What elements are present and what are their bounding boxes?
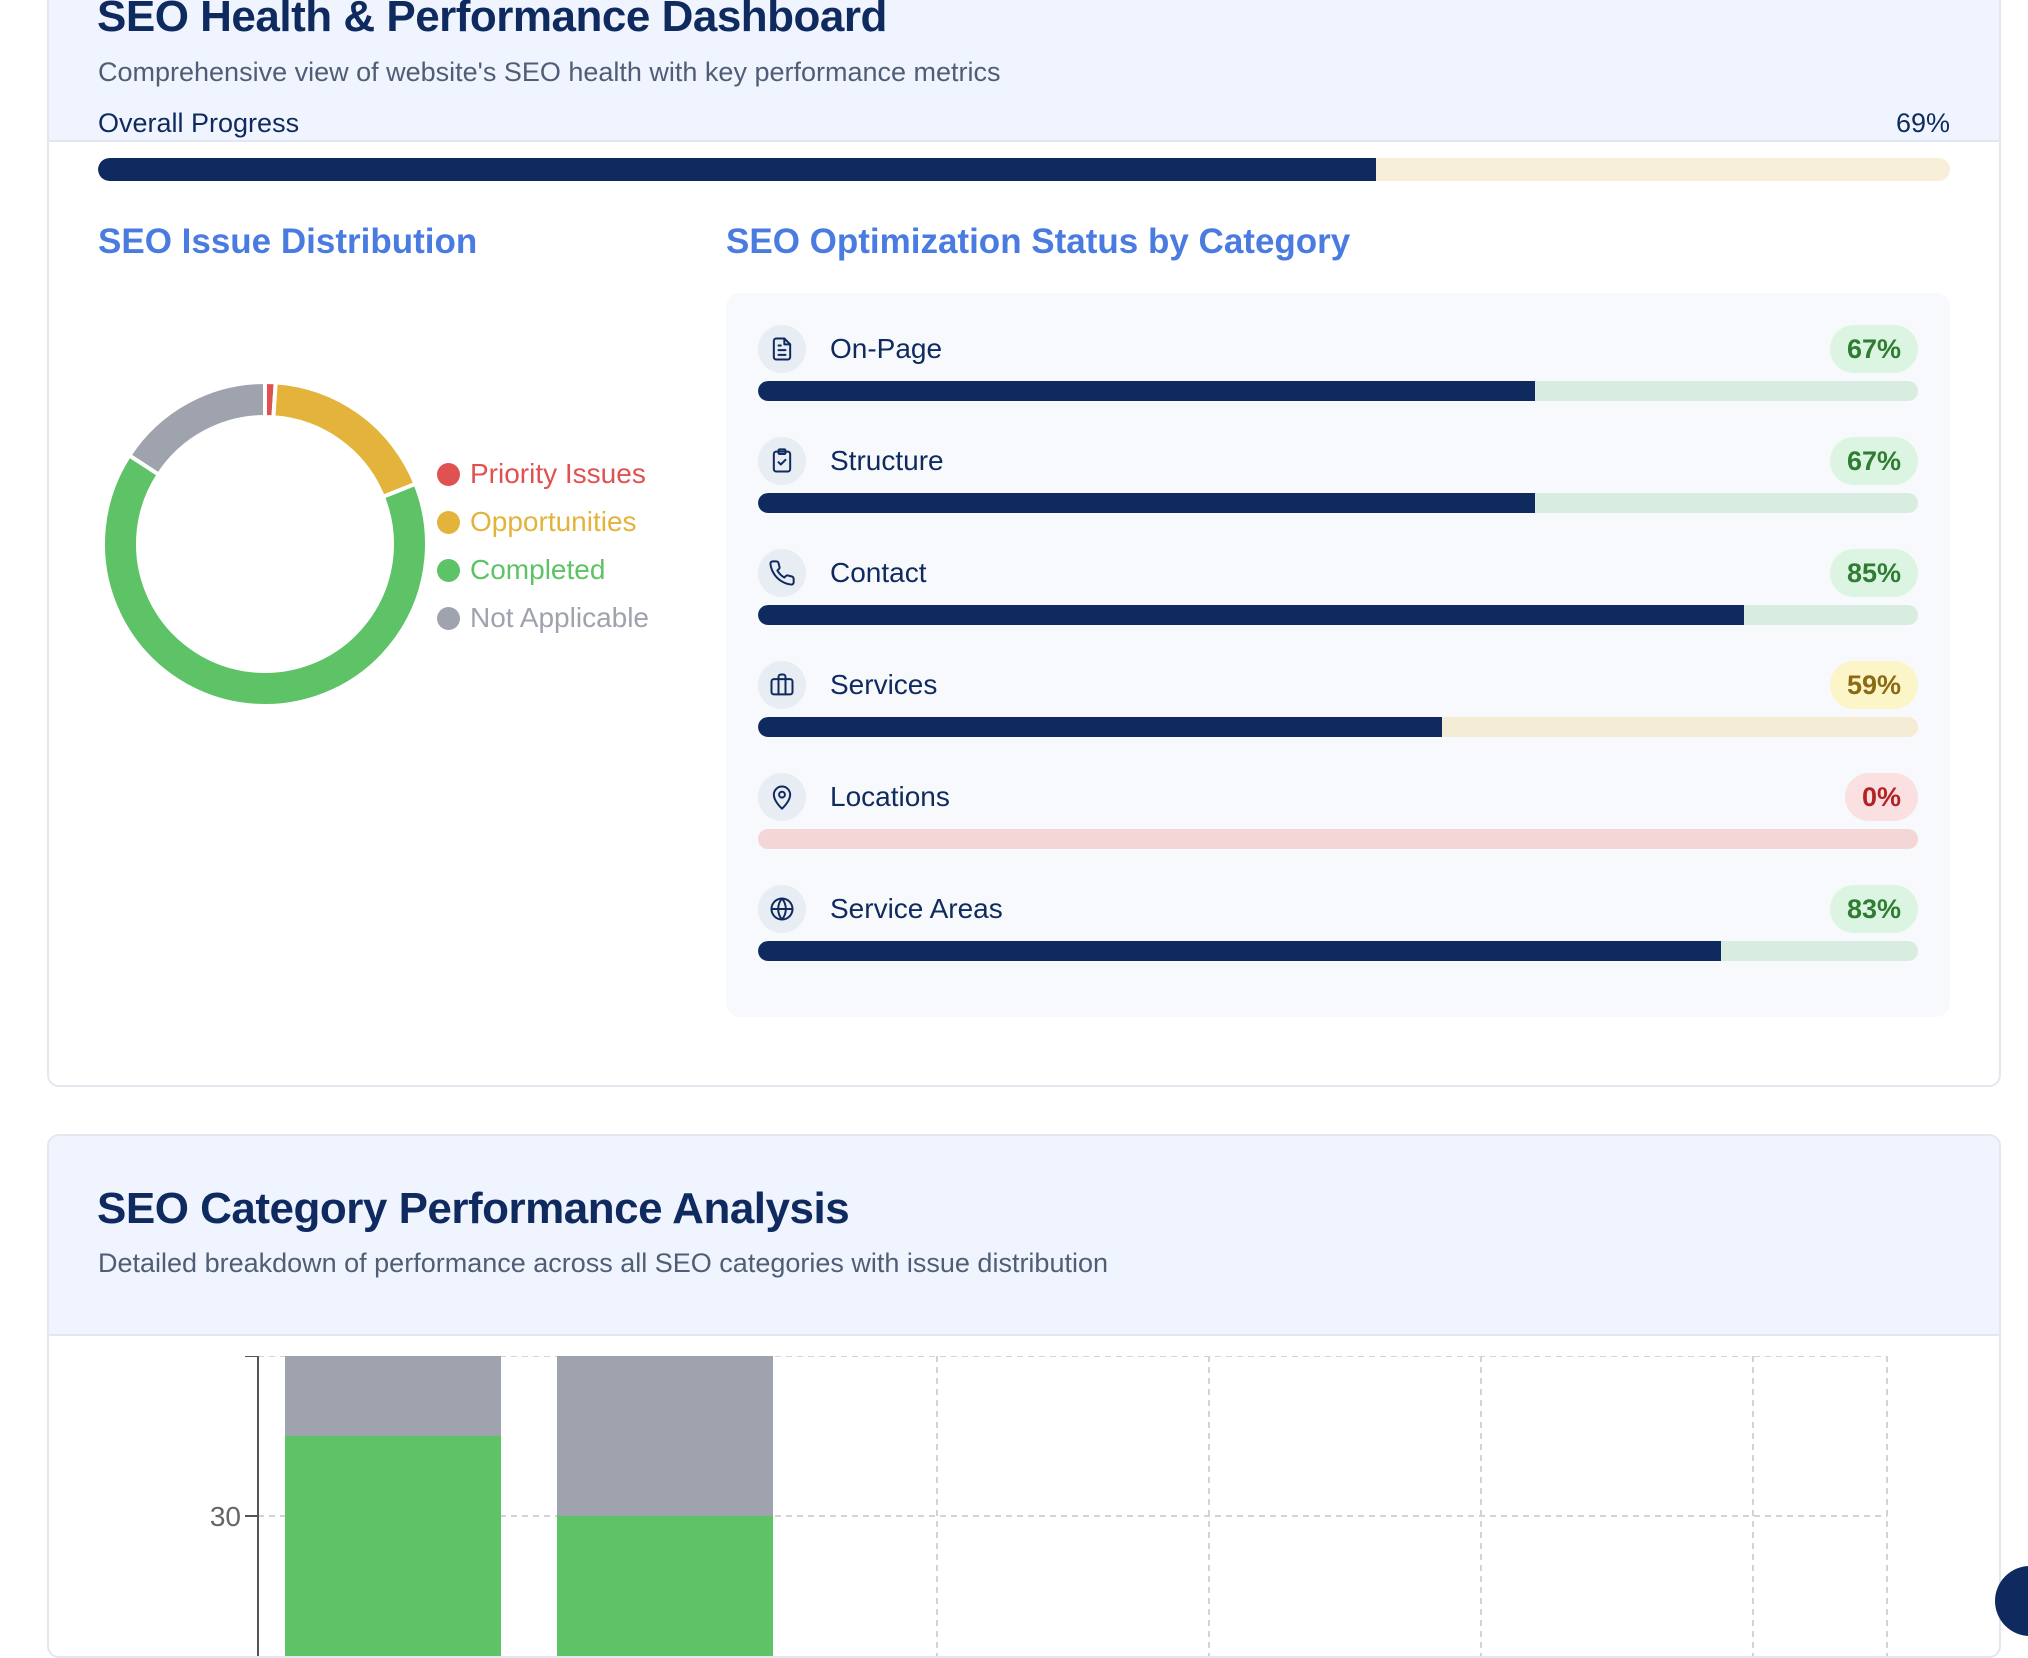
bar-segment [557, 1356, 773, 1516]
legend-dot [437, 462, 460, 486]
category-label: Contact [830, 557, 927, 588]
legend-dot [437, 510, 460, 534]
performance-analysis-header: SEO Category Performance Analysis Detail… [49, 1136, 1999, 1336]
bar-segment [285, 1436, 501, 1656]
category-label: Services [830, 669, 938, 700]
page-subtitle: Comprehensive view of website's SEO heal… [98, 57, 1001, 87]
category-performance-bar-chart: 30 [210, 1356, 1888, 1656]
category-percent-badge: 59% [1829, 661, 1918, 709]
donut-slice-completed [101, 452, 429, 708]
legend-label: Completed [470, 554, 606, 585]
category-row-service-areas: Service Areas 83% [758, 885, 1918, 985]
dashboard-card: SEO Health & Performance Dashboard Compr… [47, 0, 2001, 1087]
category-percent-badge: 85% [1829, 549, 1918, 597]
category-row-services: Services 59% [758, 661, 1918, 761]
category-progress-fill [758, 605, 1744, 625]
category-label: Locations [830, 781, 950, 812]
donut-legend: Priority Issues Opportunities Completed … [437, 450, 649, 642]
category-progress-bar [758, 829, 1918, 849]
category-progress-fill [758, 381, 1536, 401]
bar-segment [285, 1356, 501, 1436]
performance-analysis-card: SEO Category Performance Analysis Detail… [47, 1134, 2001, 1658]
category-row-contact: Contact 85% [758, 549, 1918, 649]
optimization-status-panel: On-Page 67% Structure 67% Contact 85% Se… [726, 293, 1950, 1017]
legend-item-priority-issues[interactable]: Priority Issues [437, 450, 649, 498]
category-progress-bar [758, 493, 1918, 513]
legend-dot [437, 606, 460, 630]
overall-progress-bar [98, 158, 1950, 181]
document-icon [758, 325, 806, 373]
analysis-subtitle: Detailed breakdown of performance across… [98, 1248, 1108, 1278]
page-title: SEO Health & Performance Dashboard [97, 0, 887, 41]
overall-progress-fill [98, 158, 1376, 181]
legend-item-opportunities[interactable]: Opportunities [437, 498, 649, 546]
category-percent-badge: 0% [1844, 773, 1918, 821]
globe-icon [758, 885, 806, 933]
category-percent-badge: 67% [1829, 325, 1918, 373]
category-label: On-Page [830, 333, 943, 364]
category-label: Service Areas [830, 893, 1003, 924]
category-progress-bar [758, 941, 1918, 961]
bar-segment [557, 1516, 773, 1656]
category-progress-bar [758, 381, 1918, 401]
category-progress-fill [758, 493, 1536, 513]
legend-item-completed[interactable]: Completed [437, 546, 649, 594]
donut-slice-opportunities [271, 380, 419, 500]
legend-label: Priority Issues [470, 458, 646, 489]
legend-label: Not Applicable [470, 602, 650, 633]
legend-dot [437, 558, 460, 582]
map-pin-icon [758, 773, 806, 821]
donut-slice-not-applicable [126, 379, 267, 478]
analysis-title: SEO Category Performance Analysis [97, 1184, 850, 1233]
overall-progress-value: 69% [1895, 108, 1950, 138]
dashboard-header: SEO Health & Performance Dashboard Compr… [49, 0, 1999, 142]
category-progress-fill [758, 717, 1443, 737]
clipboard-check-icon [758, 437, 806, 485]
briefcase-icon [758, 661, 806, 709]
category-percent-badge: 83% [1829, 885, 1918, 933]
phone-icon [758, 549, 806, 597]
legend-label: Opportunities [470, 506, 637, 537]
overall-progress-label: Overall Progress [98, 108, 300, 138]
issue-distribution-donut-chart [101, 379, 429, 708]
category-progress-bar [758, 717, 1918, 737]
category-progress-fill [758, 941, 1721, 961]
issue-distribution-title: SEO Issue Distribution [98, 222, 478, 261]
category-row-on-page: On-Page 67% [758, 325, 1918, 425]
category-label: Structure [830, 445, 944, 476]
category-row-locations: Locations 0% [758, 773, 1918, 873]
category-progress-bar [758, 605, 1918, 625]
category-percent-badge: 67% [1829, 437, 1918, 485]
legend-item-not-applicable[interactable]: Not Applicable [437, 594, 649, 642]
y-tick-label: 30 [210, 1501, 241, 1532]
optimization-status-title: SEO Optimization Status by Category [726, 222, 1351, 261]
category-row-structure: Structure 67% [758, 437, 1918, 537]
